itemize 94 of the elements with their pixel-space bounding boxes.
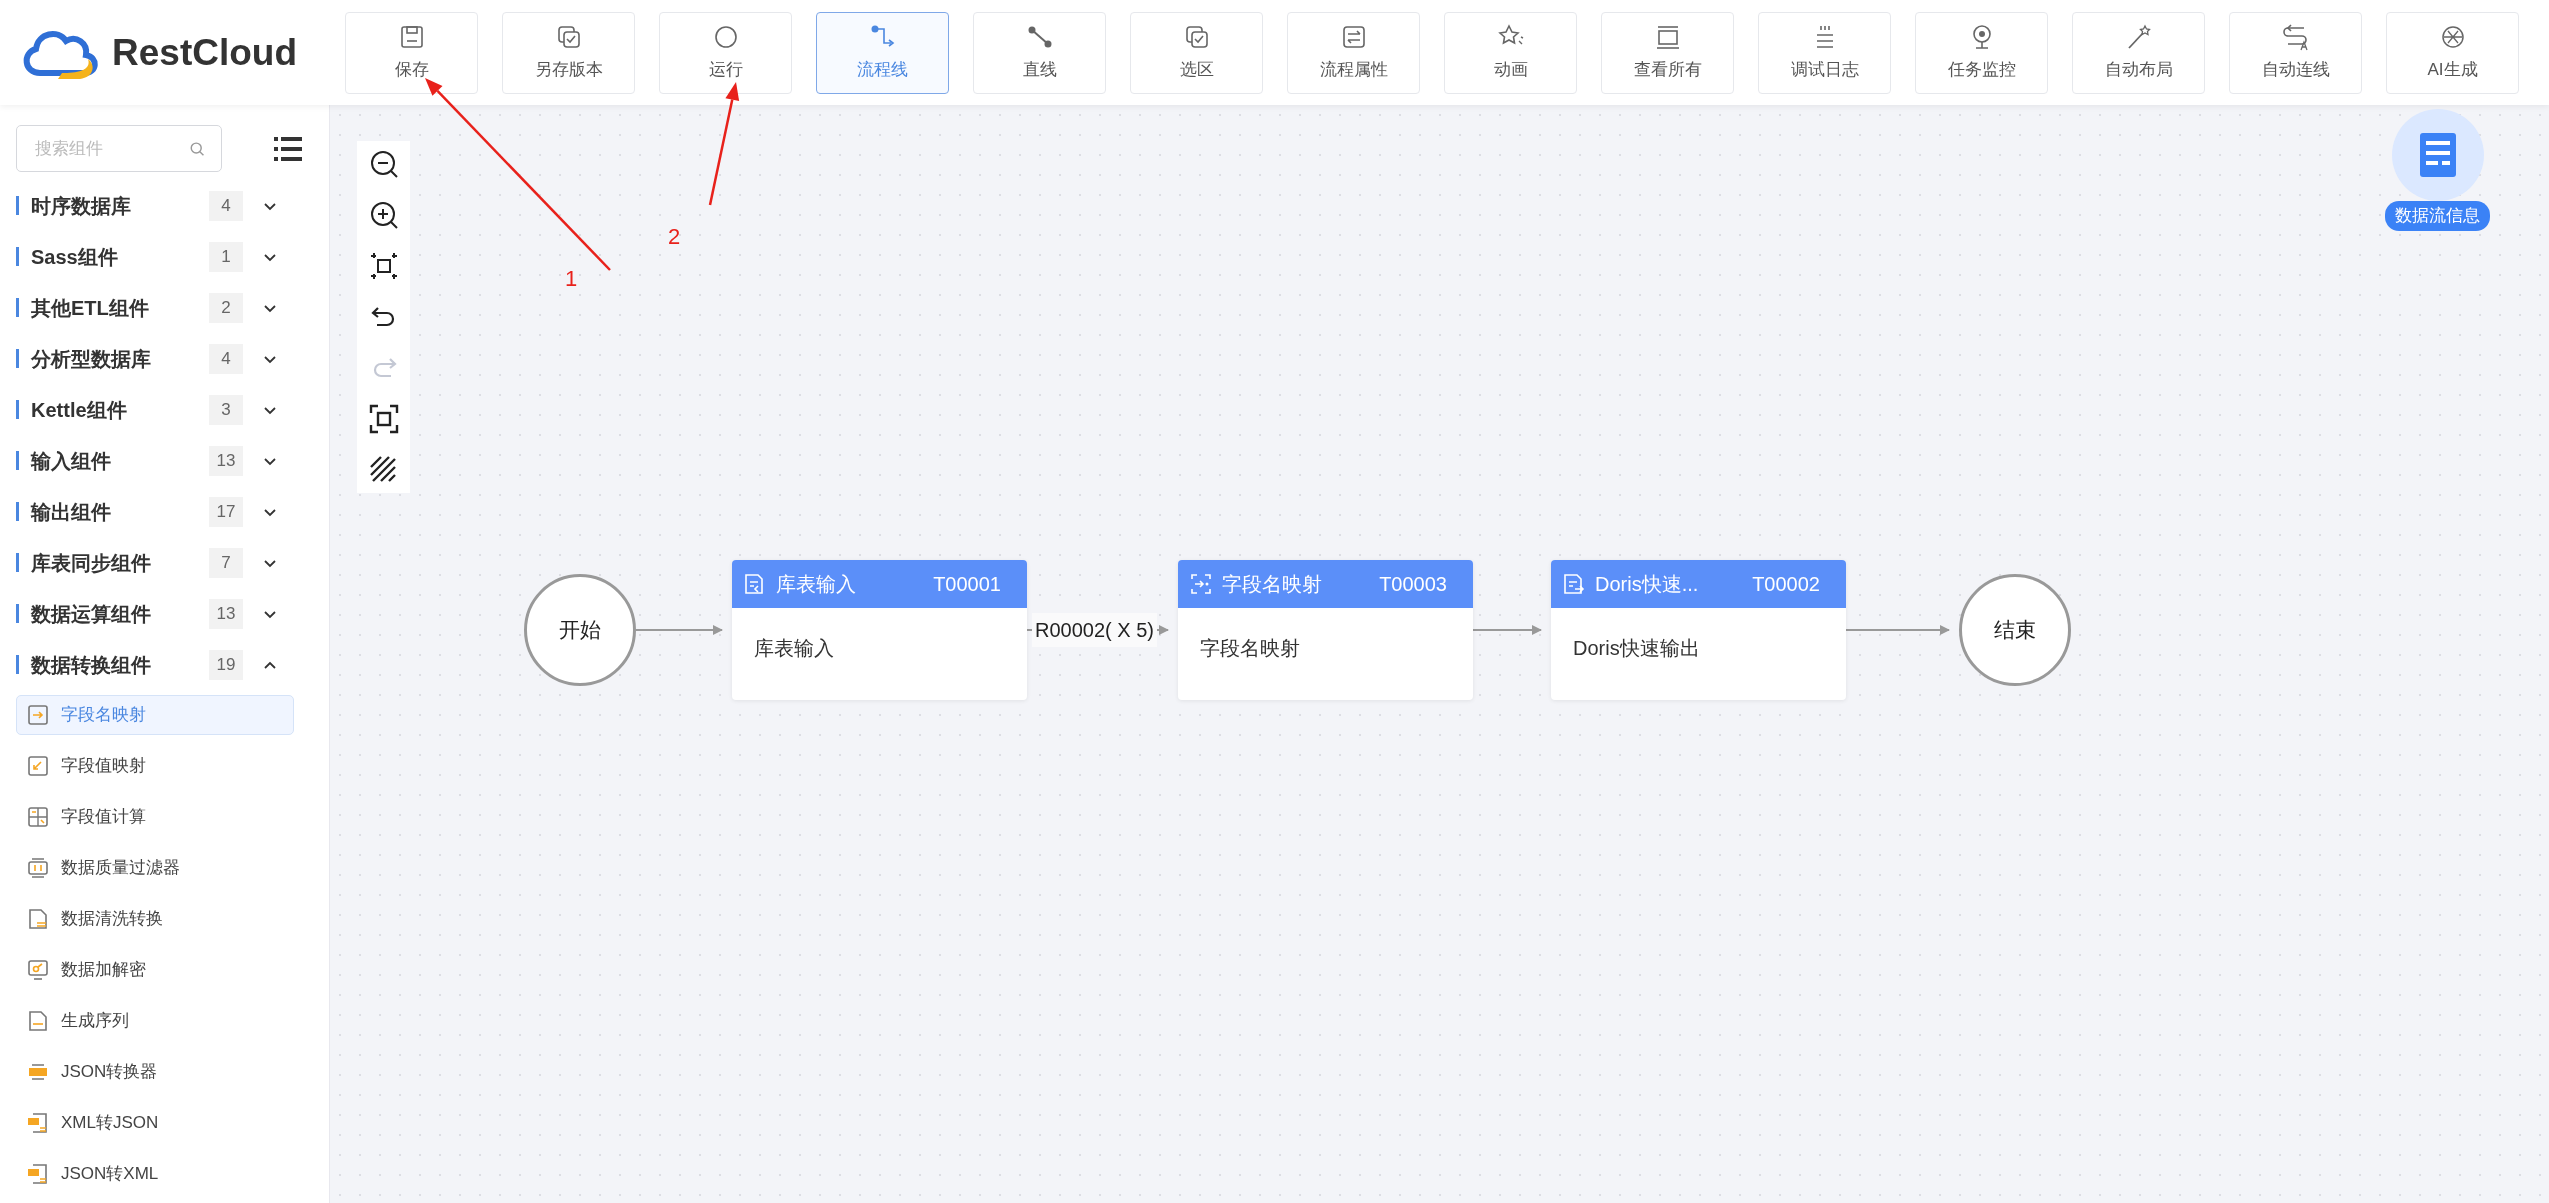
count-badge: 17 xyxy=(209,496,243,527)
count-badge: 3 xyxy=(209,394,243,425)
category-item[interactable]: 库表同步组件 7 xyxy=(16,537,329,588)
component-icon xyxy=(27,908,49,930)
count-badge: 13 xyxy=(209,598,243,629)
chevron-down-icon xyxy=(263,455,277,468)
fullscreen-icon[interactable] xyxy=(368,404,399,434)
count-badge: 1 xyxy=(209,241,243,272)
chevron-down-icon xyxy=(263,404,277,417)
search-icon xyxy=(188,139,205,158)
component-item[interactable]: 字段值计算 xyxy=(16,797,294,837)
count-badge: 19 xyxy=(209,649,243,680)
count-badge: 4 xyxy=(209,343,243,374)
component-item[interactable]: 数据质量过滤器 xyxy=(16,848,294,888)
annotation-number: 1 xyxy=(565,265,578,293)
toolbar-button[interactable]: 自动连线 xyxy=(2229,11,2362,94)
component-item[interactable]: 数据加解密 xyxy=(16,950,294,990)
node-title: Doris快速... xyxy=(1595,572,1699,597)
count-badge: 4 xyxy=(209,190,243,221)
component-icon xyxy=(27,704,49,726)
route-letter-icon xyxy=(2281,22,2310,51)
annotation-number: 2 xyxy=(668,223,681,251)
toolbar-button[interactable]: 动画 xyxy=(1444,11,1577,94)
info-badge[interactable]: 数据流信息 xyxy=(2385,201,2490,231)
node-label: 字段名映射 xyxy=(1200,637,1300,659)
toolbar-button[interactable]: 查看所有 xyxy=(1601,11,1734,94)
node-type-icon xyxy=(1190,573,1212,595)
chevron-down-icon xyxy=(263,608,277,621)
zoom-out-icon[interactable] xyxy=(368,149,399,179)
component-icon xyxy=(27,959,49,981)
toolbar-button[interactable]: 另存版本 xyxy=(502,11,635,94)
component-item[interactable]: JSON转XML xyxy=(16,1154,294,1194)
category-item[interactable]: 输出组件 17 xyxy=(16,486,329,537)
toolbar-button[interactable]: 流程线 xyxy=(816,11,949,94)
end-node[interactable]: 结束 xyxy=(1959,574,2071,686)
component-icon xyxy=(27,806,49,828)
toolbar-button[interactable]: 调试日志 xyxy=(1758,11,1891,94)
toolbar-button[interactable]: 任务监控 xyxy=(1915,11,2048,94)
zoom-in-icon[interactable] xyxy=(368,200,399,230)
toolbar-button[interactable]: 自动布局 xyxy=(2072,11,2205,94)
count-badge: 2 xyxy=(209,292,243,323)
flow-node[interactable]: 库表输入 T00001 库表输入 xyxy=(732,560,1027,700)
component-icon xyxy=(27,1010,49,1032)
component-icon xyxy=(27,1163,49,1185)
category-item[interactable]: 输入组件 13 xyxy=(16,435,329,486)
node-label: 库表输入 xyxy=(754,637,834,659)
toolbar-button[interactable]: 流程属性 xyxy=(1287,11,1420,94)
count-badge: 13 xyxy=(209,445,243,476)
document-icon[interactable] xyxy=(2391,109,2484,201)
component-item[interactable]: JSON转换器 xyxy=(16,1052,294,1092)
node-code: T00001 xyxy=(933,572,1002,597)
toolbar-button[interactable]: AI生成 xyxy=(2386,11,2519,94)
category-item[interactable]: 其他ETL组件 2 xyxy=(16,282,329,333)
start-node[interactable]: 开始 xyxy=(524,574,636,686)
component-item[interactable]: 生成序列 xyxy=(16,1001,294,1041)
component-icon xyxy=(27,1112,49,1134)
component-icon xyxy=(27,1061,49,1083)
category-item[interactable]: 分析型数据库 4 xyxy=(16,333,329,384)
toolbar-button[interactable]: 运行 xyxy=(659,11,792,94)
toolbar-button[interactable]: 直线 xyxy=(973,11,1106,94)
node-title: 字段名映射 xyxy=(1222,572,1322,597)
component-icon xyxy=(27,857,49,879)
component-item[interactable]: 字段值映射 xyxy=(16,746,294,786)
chevron-down-icon xyxy=(263,302,277,315)
component-item[interactable]: XML转JSON xyxy=(16,1103,294,1143)
category-item[interactable]: 时序数据库 4 xyxy=(16,180,329,231)
toolbar-button[interactable]: 保存 xyxy=(345,11,478,94)
node-type-icon xyxy=(744,573,766,595)
chevron-down-icon xyxy=(263,353,277,366)
edge-label: R00002( X 5) xyxy=(1032,613,1157,647)
node-type-icon xyxy=(1563,573,1585,595)
component-icon xyxy=(27,755,49,777)
node-code: T00003 xyxy=(1379,572,1448,597)
logo-text: RestCloud xyxy=(112,30,297,75)
count-badge: 7 xyxy=(209,547,243,578)
chevron-down-icon xyxy=(263,200,277,213)
component-item[interactable]: 数据清洗转换 xyxy=(16,899,294,939)
list-view-icon[interactable] xyxy=(274,135,302,162)
node-code: T00002 xyxy=(1752,572,1821,597)
category-item[interactable]: Sass组件 1 xyxy=(16,231,329,282)
category-item[interactable]: 数据转换组件 19 xyxy=(16,639,329,690)
fit-view-icon[interactable] xyxy=(368,251,399,281)
flow-node[interactable]: Doris快速... T00002 Doris快速输出 xyxy=(1551,560,1846,700)
toolbar-button[interactable]: 选区 xyxy=(1130,11,1263,94)
category-item[interactable]: 数据运算组件 13 xyxy=(16,588,329,639)
chevron-down-icon xyxy=(263,506,277,519)
category-item[interactable]: Kettle组件 3 xyxy=(16,384,329,435)
connector-arrow xyxy=(1472,625,1542,635)
flow-node[interactable]: 字段名映射 T00003 字段名映射 xyxy=(1178,560,1473,700)
node-title: 库表输入 xyxy=(776,572,856,597)
chevron-down-icon xyxy=(263,557,277,570)
search-field[interactable]: 搜索组件 xyxy=(16,125,222,172)
node-label: Doris快速输出 xyxy=(1573,637,1700,659)
chevron-down-icon xyxy=(263,251,277,264)
